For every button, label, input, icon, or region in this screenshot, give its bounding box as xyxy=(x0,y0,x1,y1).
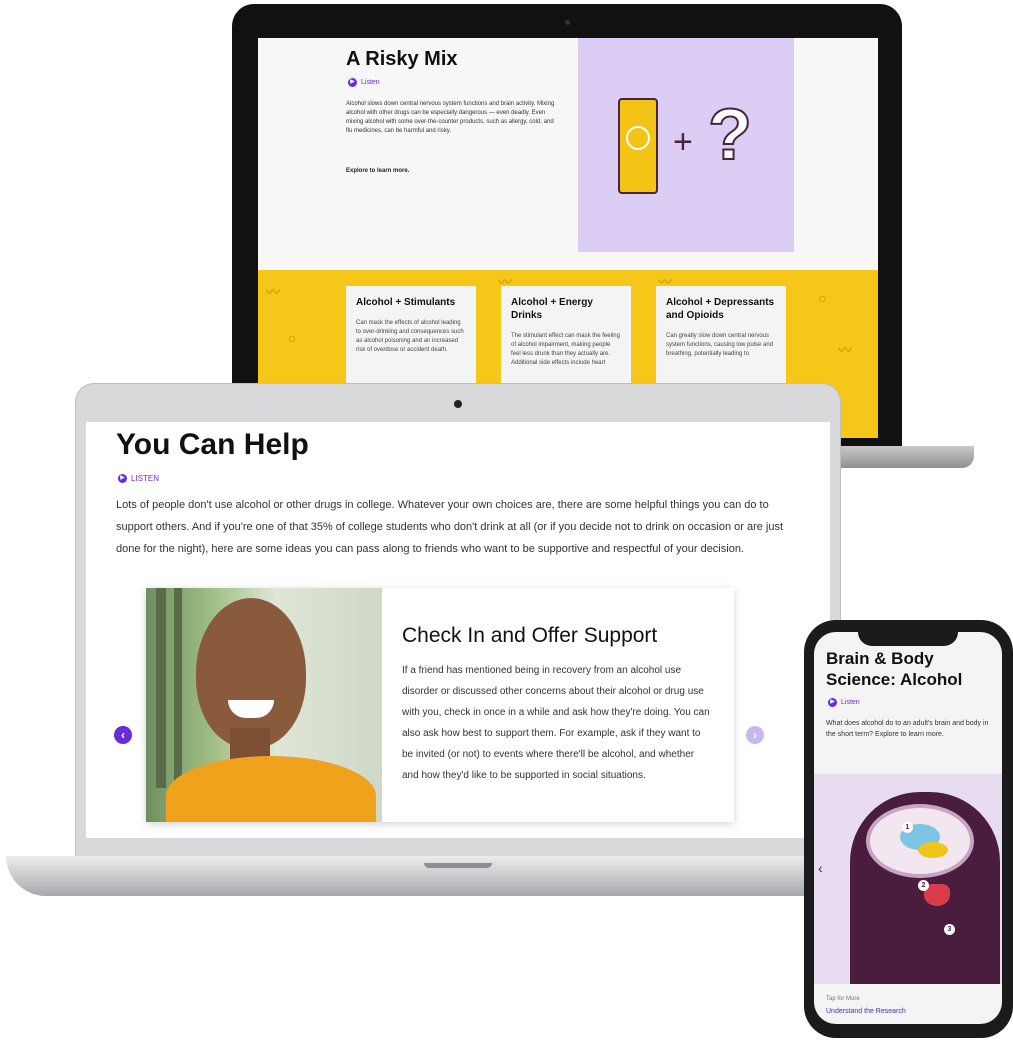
front-laptop-notch xyxy=(424,863,492,868)
intro-text: Lots of people don't use alcohol or othe… xyxy=(116,499,784,555)
intro-text: What does alcohol do to an adult's brain… xyxy=(826,720,989,738)
listen-label: Listen xyxy=(841,699,860,706)
plus-icon: + xyxy=(673,123,693,161)
chevron-right-icon[interactable]: › xyxy=(990,860,995,876)
phone-notch xyxy=(858,628,958,646)
listen-label: LISTEN xyxy=(131,474,160,483)
person-photo xyxy=(146,588,382,822)
squiggle-icon: 〰 xyxy=(266,284,280,300)
footer-label: Tap for More xyxy=(826,996,860,1002)
listen-label: Listen xyxy=(361,79,380,86)
circle-icon: ○ xyxy=(818,290,827,306)
card-title: Check In and Offer Support xyxy=(402,624,658,647)
front-laptop-screen: You Can Help ▶ LISTEN Lots of people don… xyxy=(86,422,830,838)
phone-screen: Brain & Body Science: Alcohol ▶ Listen W… xyxy=(814,632,1002,1024)
listen-button[interactable]: ▶ Listen xyxy=(348,78,380,87)
back-laptop-camera xyxy=(565,20,570,25)
tree-trunk xyxy=(156,588,166,788)
carousel-card: Check In and Offer Support If a friend h… xyxy=(146,588,734,822)
brain-body-illustration: 1 2 3 ‹ › xyxy=(814,774,1002,984)
chevron-left-icon[interactable]: ‹ xyxy=(818,860,823,876)
back-laptop-screen: A Risky Mix ▶ Listen Alcohol slows down … xyxy=(258,38,878,438)
play-icon: ▶ xyxy=(828,698,837,707)
circle-icon: ○ xyxy=(288,330,297,346)
mix-card-title: Alcohol + Energy Drinks xyxy=(511,297,593,321)
mix-card-title: Alcohol + Stimulants xyxy=(356,297,456,308)
tree-trunk xyxy=(174,588,182,788)
squiggle-icon: 〰 xyxy=(838,342,852,358)
mix-card-text: The stimulant effect can mask the feelin… xyxy=(511,333,620,366)
page-title: You Can Help xyxy=(116,428,309,461)
hotspot-marker[interactable]: 3 xyxy=(944,924,955,935)
card-text: If a friend has mentioned being in recov… xyxy=(402,665,710,781)
front-laptop-camera xyxy=(454,400,462,408)
question-mark-icon: ? xyxy=(707,94,753,176)
hotspot-marker[interactable]: 2 xyxy=(918,880,929,891)
page-title: A Risky Mix xyxy=(346,48,458,70)
page-title: Brain & Body Science: Alcohol xyxy=(826,649,963,689)
can-icon xyxy=(618,98,658,194)
listen-button[interactable]: ▶ LISTEN xyxy=(118,474,159,483)
mix-card-text: Can mask the effects of alcohol leading … xyxy=(356,320,464,353)
hotspot-marker[interactable]: 1 xyxy=(902,822,913,833)
explore-text: Explore to learn more. xyxy=(346,168,410,174)
chevron-left-icon[interactable]: ‹ xyxy=(114,726,132,744)
play-icon: ▶ xyxy=(118,474,127,483)
face xyxy=(196,598,306,748)
shirt xyxy=(166,756,376,822)
intro-text: Alcohol slows down central nervous syste… xyxy=(346,101,555,134)
risky-mix-illustration: + ? xyxy=(578,38,794,252)
front-laptop-base xyxy=(6,856,876,896)
brain-region xyxy=(918,842,948,858)
mix-card-title: Alcohol + Depressants and Opioids xyxy=(666,297,775,321)
listen-button[interactable]: ▶ Listen xyxy=(828,698,860,707)
chevron-right-icon[interactable]: › xyxy=(746,726,764,744)
footer-link[interactable]: Understand the Research xyxy=(826,1008,906,1015)
play-icon: ▶ xyxy=(348,78,357,87)
mix-card-text: Can greatly slow down central nervous sy… xyxy=(666,333,774,357)
